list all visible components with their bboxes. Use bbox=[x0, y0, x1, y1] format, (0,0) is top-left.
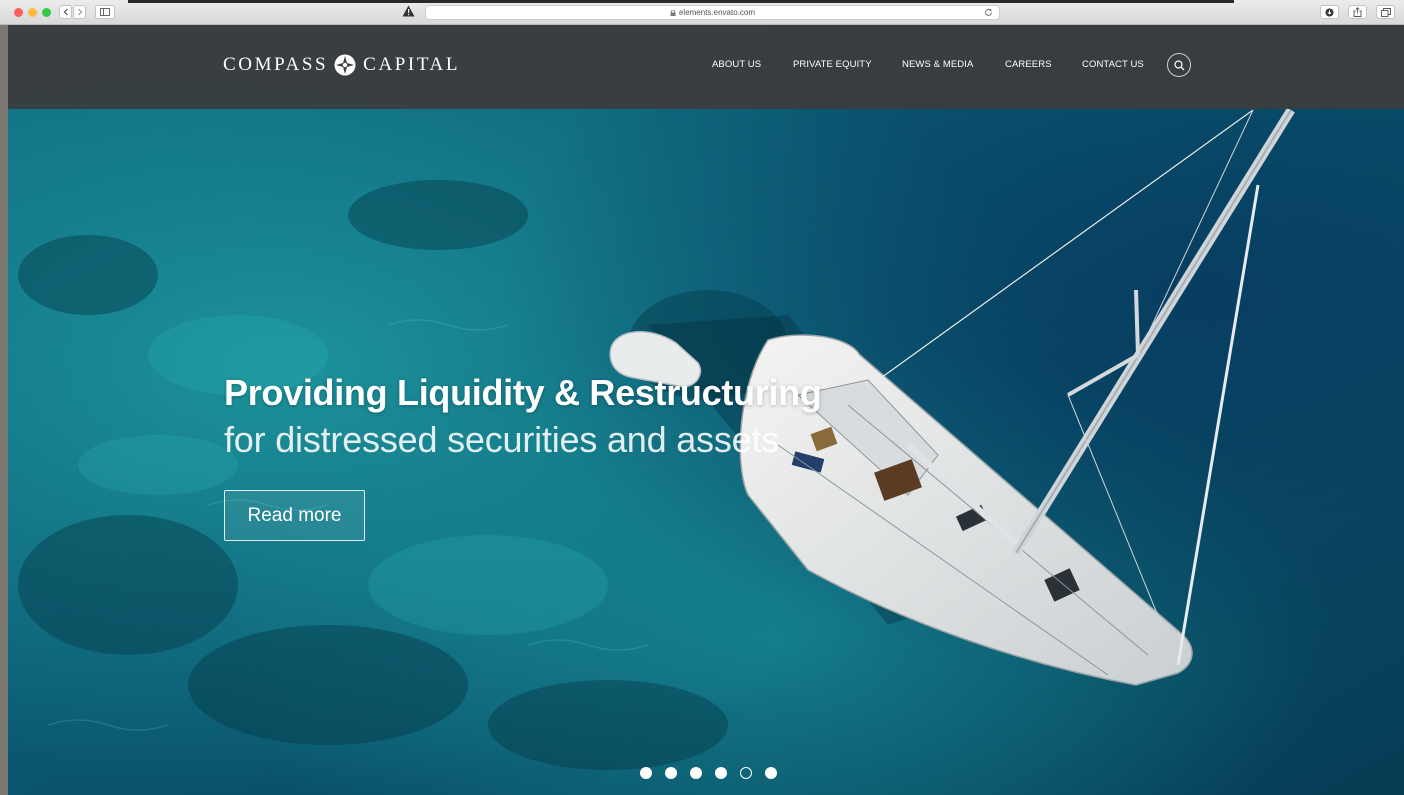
reload-icon[interactable] bbox=[984, 8, 993, 17]
sidebar-icon bbox=[100, 8, 110, 16]
downloads-button[interactable] bbox=[1320, 5, 1339, 19]
download-icon bbox=[1325, 8, 1334, 16]
tabs-overview-button[interactable] bbox=[1376, 5, 1395, 19]
share-icon bbox=[1353, 7, 1362, 17]
desktop-edge bbox=[0, 25, 8, 795]
slider-dot-2[interactable] bbox=[665, 767, 677, 779]
minimize-window-button[interactable] bbox=[28, 8, 37, 17]
warning-icon bbox=[402, 5, 415, 17]
share-button[interactable] bbox=[1348, 5, 1367, 19]
hero-title: Providing Liquidity & Restructuring bbox=[224, 372, 822, 413]
hero-subtitle: for distressed securities and assets bbox=[224, 419, 780, 460]
nav-about-us[interactable]: ABOUT US bbox=[712, 59, 761, 70]
slider-dot-5[interactable] bbox=[740, 767, 752, 779]
nav-careers[interactable]: CAREERS bbox=[1005, 59, 1052, 70]
lock-icon bbox=[670, 9, 676, 16]
nav-contact-us[interactable]: CONTACT US bbox=[1082, 59, 1144, 70]
search-button[interactable] bbox=[1167, 53, 1191, 77]
site-header: COMPASS CAPITAL ABOUT US PRIVATE EQUITY … bbox=[8, 25, 1404, 109]
sidebar-toggle-button[interactable] bbox=[95, 5, 115, 19]
main-navigation: ABOUT US PRIVATE EQUITY NEWS & MEDIA CAR… bbox=[8, 59, 1404, 73]
slider-dot-6[interactable] bbox=[765, 767, 777, 779]
address-bar[interactable]: elements.envato.com bbox=[425, 5, 1000, 20]
close-window-button[interactable] bbox=[14, 8, 23, 17]
nav-news-media[interactable]: NEWS & MEDIA bbox=[902, 59, 973, 70]
slider-dot-3[interactable] bbox=[690, 767, 702, 779]
browser-toolbar: elements.envato.com bbox=[0, 0, 1404, 25]
slider-dot-1[interactable] bbox=[640, 767, 652, 779]
nav-private-equity[interactable]: PRIVATE EQUITY bbox=[793, 59, 872, 70]
forward-button[interactable] bbox=[73, 5, 86, 19]
chevron-right-icon bbox=[77, 8, 82, 16]
back-button[interactable] bbox=[59, 5, 72, 19]
browser-tab-strip bbox=[128, 0, 1234, 3]
chevron-left-icon bbox=[63, 8, 68, 16]
slider-dot-4[interactable] bbox=[715, 767, 727, 779]
url-text: elements.envato.com bbox=[678, 8, 756, 17]
slider-pagination bbox=[640, 767, 777, 779]
search-icon bbox=[1173, 59, 1184, 70]
zoom-window-button[interactable] bbox=[42, 8, 51, 17]
tabs-icon bbox=[1380, 7, 1391, 17]
web-page: COMPASS CAPITAL ABOUT US PRIVATE EQUITY … bbox=[8, 25, 1404, 795]
read-more-button[interactable]: Read more bbox=[224, 490, 365, 541]
